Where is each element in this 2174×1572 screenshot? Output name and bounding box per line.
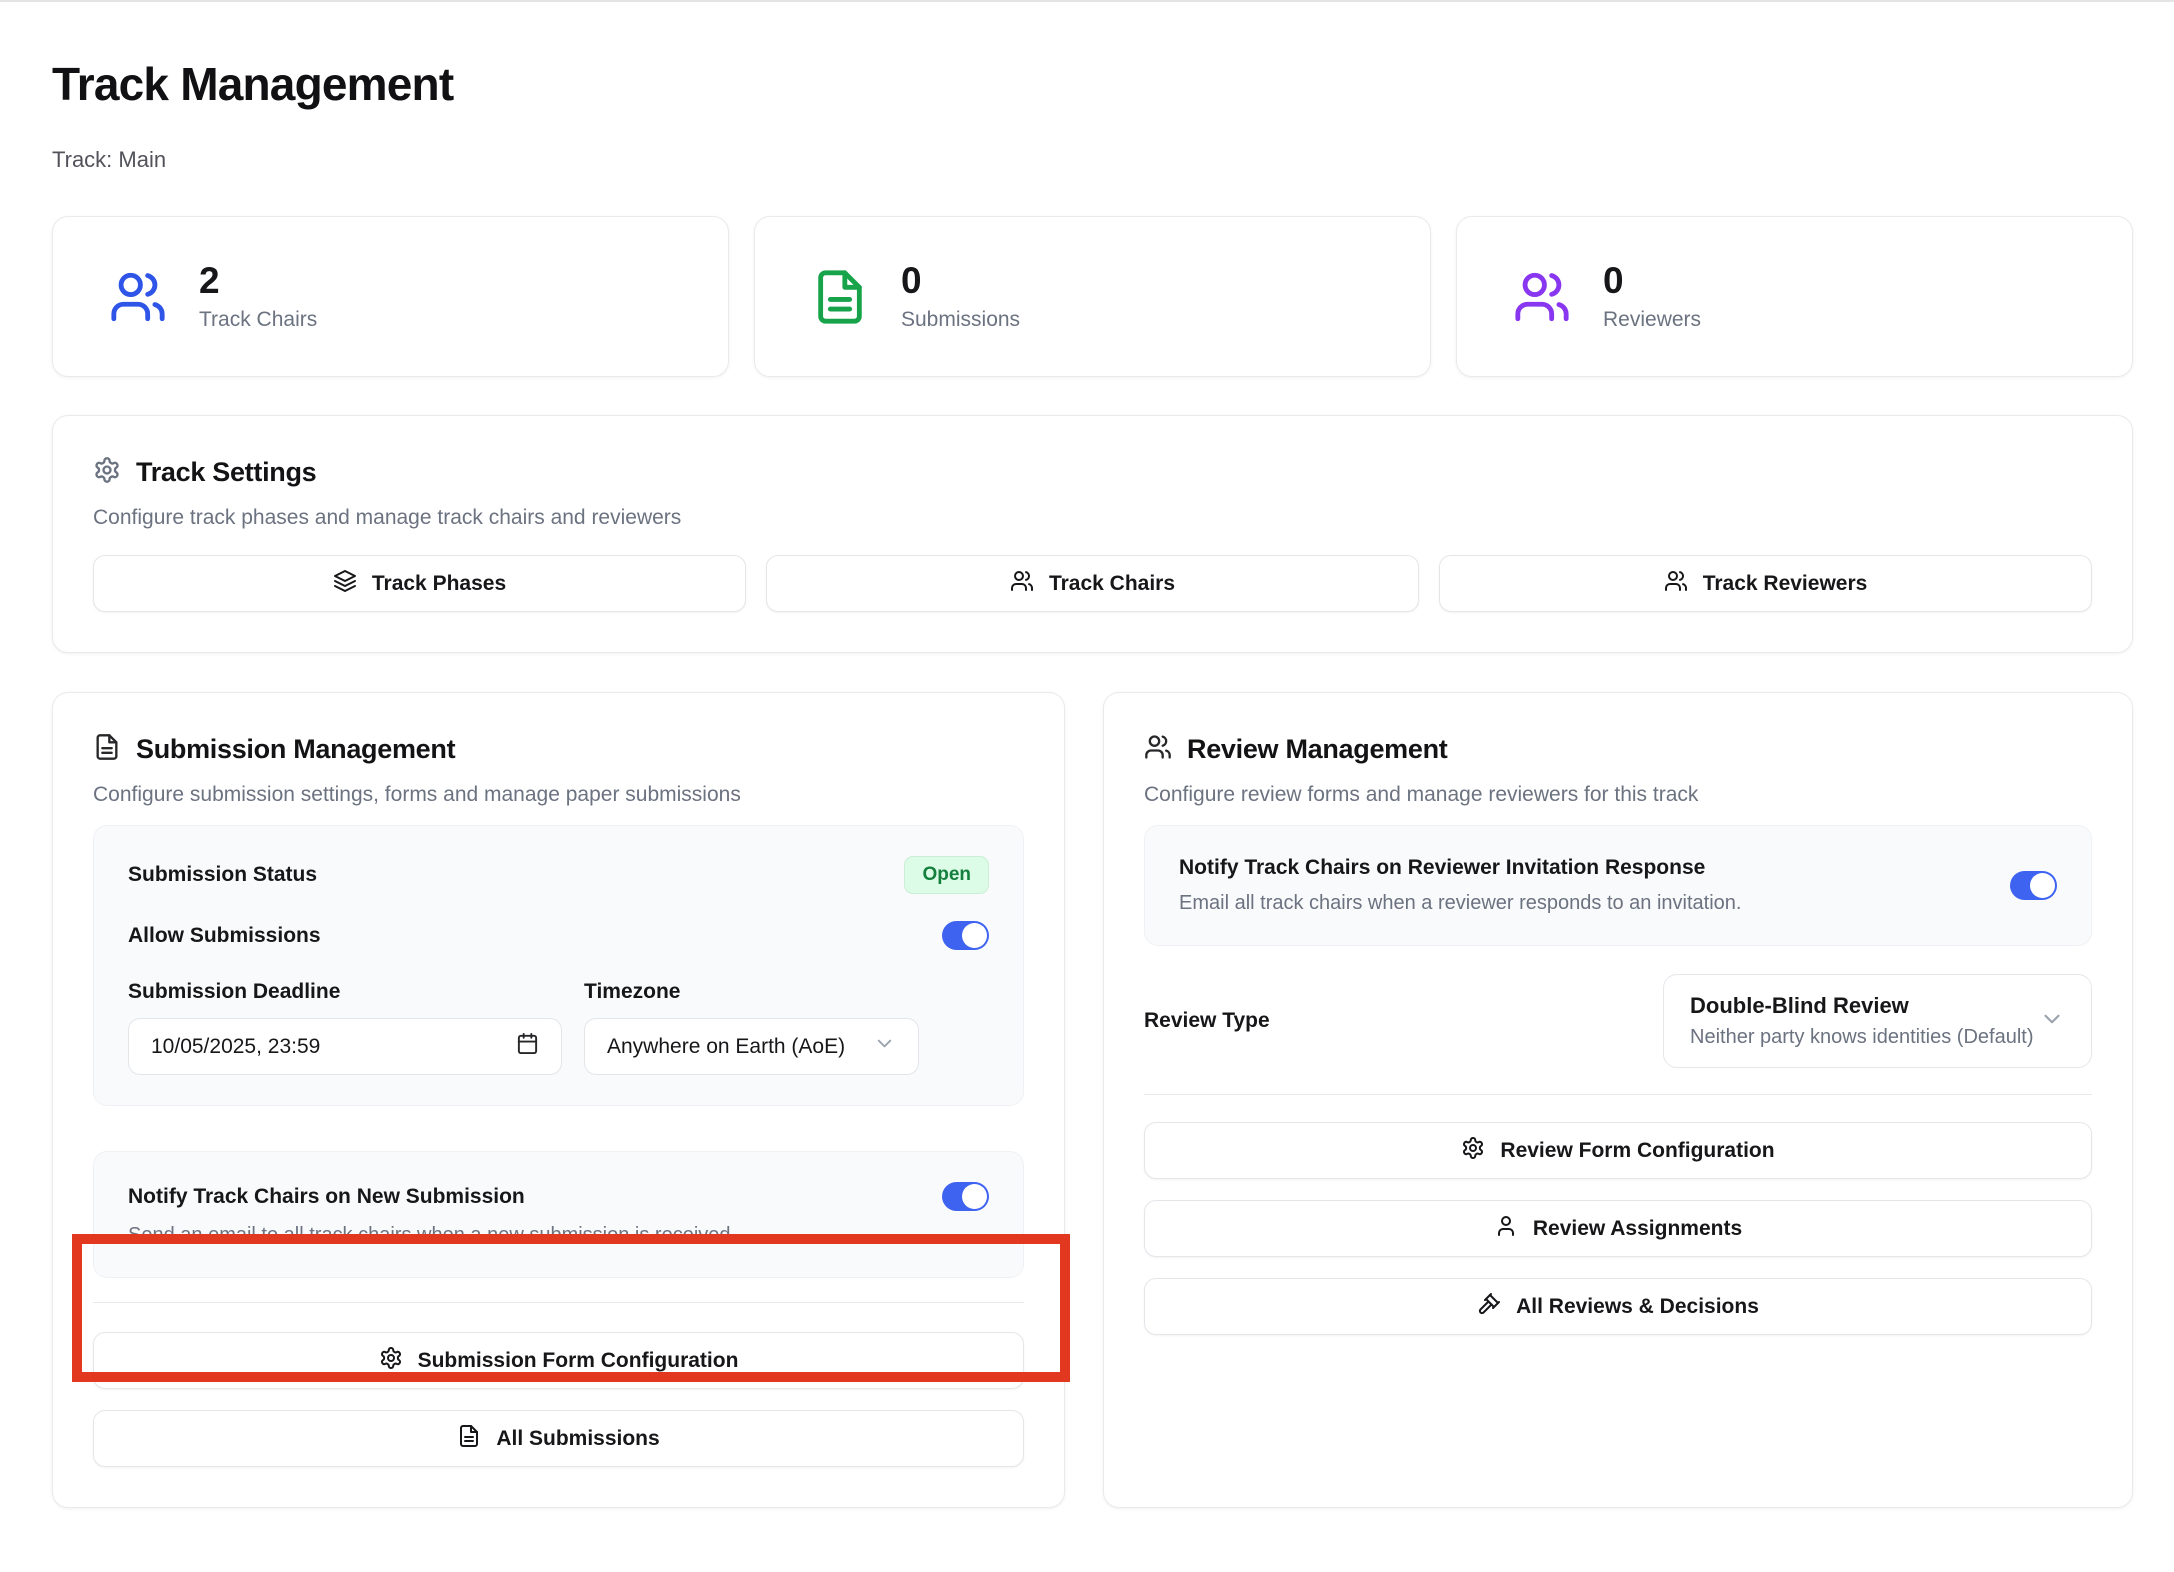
- timezone-select[interactable]: Anywhere on Earth (AoE): [584, 1018, 919, 1075]
- review-type-value: Double-Blind Review: [1690, 993, 2033, 1019]
- timezone-label: Timezone: [584, 980, 919, 1004]
- button-label: All Reviews & Decisions: [1516, 1295, 1759, 1319]
- stat-value: 0: [901, 261, 1020, 302]
- review-form-configuration-button[interactable]: Review Form Configuration: [1144, 1122, 2092, 1179]
- deadline-value: 10/05/2025, 23:59: [151, 1035, 320, 1059]
- notify-title: Notify Track Chairs on New Submission: [128, 1185, 525, 1209]
- submission-status-card: Submission Status Open Allow Submissions…: [93, 825, 1024, 1106]
- button-label: Track Chairs: [1049, 572, 1175, 596]
- button-label: Track Phases: [372, 572, 506, 596]
- review-management-description: Configure review forms and manage review…: [1144, 783, 2092, 807]
- users-icon: [1010, 569, 1034, 599]
- notify-invitation-description: Email all track chairs when a reviewer r…: [1179, 892, 1741, 915]
- submission-deadline-input[interactable]: 10/05/2025, 23:59: [128, 1018, 562, 1075]
- allow-submissions-label: Allow Submissions: [128, 924, 321, 948]
- notify-description: Send an email to all track chairs when a…: [128, 1224, 989, 1247]
- track-subtitle: Track: Main: [52, 147, 2133, 173]
- users-icon: [109, 268, 167, 326]
- gavel-icon: [1477, 1292, 1501, 1322]
- notify-new-submission-toggle[interactable]: [942, 1182, 989, 1211]
- submission-management-panel: Submission Management Configure submissi…: [52, 692, 1065, 1508]
- track-management-page: Track Management Track: Main 2 Track Cha…: [0, 0, 2174, 1572]
- chevron-down-icon: [873, 1032, 896, 1061]
- button-label: Track Reviewers: [1703, 572, 1868, 596]
- track-settings-panel: Track Settings Configure track phases an…: [52, 415, 2133, 653]
- stat-card-track-chairs: 2 Track Chairs: [52, 216, 729, 377]
- divider: [93, 1302, 1024, 1303]
- review-management-panel: Review Management Configure review forms…: [1103, 692, 2133, 1508]
- users-icon: [1144, 733, 1172, 766]
- stat-value: 2: [199, 261, 317, 302]
- stat-card-reviewers: 0 Reviewers: [1456, 216, 2133, 377]
- gear-icon: [1461, 1136, 1485, 1166]
- users-icon: [1513, 268, 1571, 326]
- notify-invitation-title: Notify Track Chairs on Reviewer Invitati…: [1179, 856, 1741, 880]
- submission-management-title: Submission Management: [136, 734, 455, 765]
- calendar-icon[interactable]: [516, 1032, 539, 1061]
- stat-value: 0: [1603, 261, 1701, 302]
- track-reviewers-button[interactable]: Track Reviewers: [1439, 555, 2092, 612]
- button-label: Submission Form Configuration: [418, 1349, 739, 1373]
- review-type-subtext: Neither party knows identities (Default): [1690, 1026, 2033, 1049]
- layers-icon: [333, 569, 357, 599]
- file-text-icon: [457, 1424, 481, 1454]
- gear-icon: [379, 1346, 403, 1376]
- submission-management-description: Configure submission settings, forms and…: [93, 783, 1024, 807]
- track-phases-button[interactable]: Track Phases: [93, 555, 746, 612]
- submission-status-label: Submission Status: [128, 863, 317, 887]
- allow-submissions-toggle[interactable]: [942, 921, 989, 950]
- track-settings-description: Configure track phases and manage track …: [93, 506, 2092, 530]
- review-type-select[interactable]: Double-Blind Review Neither party knows …: [1663, 974, 2092, 1068]
- submission-form-configuration-button[interactable]: Submission Form Configuration: [93, 1332, 1024, 1389]
- review-type-label: Review Type: [1144, 1009, 1270, 1033]
- chevron-down-icon: [2039, 1006, 2065, 1037]
- file-text-icon: [811, 268, 869, 326]
- button-label: Review Assignments: [1533, 1217, 1742, 1241]
- button-label: Review Form Configuration: [1500, 1139, 1774, 1163]
- notify-new-submission-card: Notify Track Chairs on New Submission Se…: [93, 1151, 1024, 1278]
- track-chairs-button[interactable]: Track Chairs: [766, 555, 1419, 612]
- page-title: Track Management: [52, 57, 2133, 111]
- button-label: All Submissions: [496, 1427, 659, 1451]
- stats-row: 2 Track Chairs 0 Submissions 0 Reviewers: [52, 216, 2133, 377]
- track-settings-title: Track Settings: [136, 457, 316, 488]
- user-icon: [1494, 1214, 1518, 1244]
- divider: [1144, 1094, 2092, 1095]
- status-badge: Open: [904, 856, 989, 894]
- timezone-value: Anywhere on Earth (AoE): [607, 1035, 845, 1059]
- all-submissions-button[interactable]: All Submissions: [93, 1410, 1024, 1467]
- review-assignments-button[interactable]: Review Assignments: [1144, 1200, 2092, 1257]
- users-icon: [1664, 569, 1688, 599]
- notify-invitation-toggle[interactable]: [2010, 871, 2057, 900]
- file-text-icon: [93, 733, 121, 766]
- stat-label: Submissions: [901, 308, 1020, 332]
- stat-card-submissions: 0 Submissions: [754, 216, 1431, 377]
- stat-label: Reviewers: [1603, 308, 1701, 332]
- submission-deadline-label: Submission Deadline: [128, 980, 562, 1004]
- notify-reviewer-invitation-card: Notify Track Chairs on Reviewer Invitati…: [1144, 825, 2092, 946]
- gear-icon: [93, 456, 121, 489]
- all-reviews-decisions-button[interactable]: All Reviews & Decisions: [1144, 1278, 2092, 1335]
- review-management-title: Review Management: [1187, 734, 1447, 765]
- stat-label: Track Chairs: [199, 308, 317, 332]
